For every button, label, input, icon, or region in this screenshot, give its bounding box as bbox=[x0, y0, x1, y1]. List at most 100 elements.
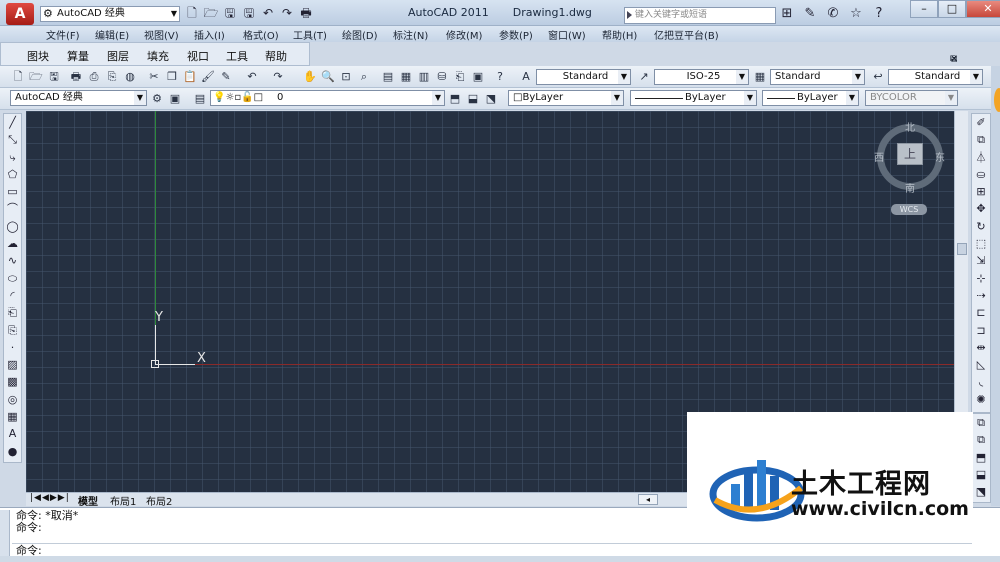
subscription-icon[interactable]: ✎ bbox=[801, 5, 819, 22]
ellipse-arc-icon[interactable]: ◜ bbox=[4, 287, 21, 304]
menu2-help[interactable]: 帮助 bbox=[265, 48, 287, 64]
layer-states-icon[interactable]: ⬔ bbox=[483, 91, 499, 107]
menu-draw[interactable]: 绘图(D) bbox=[342, 27, 378, 42]
gradient-icon[interactable]: ▩ bbox=[4, 373, 21, 390]
menu-modify[interactable]: 修改(M) bbox=[446, 27, 482, 42]
markup-icon[interactable]: ⎗ bbox=[452, 69, 468, 85]
chamfer-icon[interactable]: ◺ bbox=[972, 356, 990, 373]
match-properties-icon[interactable]: 🖌 bbox=[200, 69, 216, 85]
tab-model[interactable]: 模型 bbox=[78, 493, 98, 508]
menu2-layer[interactable]: 图层 bbox=[107, 48, 129, 64]
menu-edit[interactable]: 编辑(E) bbox=[95, 27, 129, 42]
3d-print-icon[interactable]: ◍ bbox=[122, 69, 138, 85]
maximize-button[interactable]: □ bbox=[938, 0, 966, 18]
workspace-settings-icon[interactable]: ⚙ bbox=[149, 91, 165, 107]
publish-icon[interactable]: ⎘ bbox=[104, 69, 120, 85]
tab-navigation-arrows[interactable]: |◀◀▶▶| bbox=[30, 493, 70, 503]
fillet-icon[interactable]: ◟ bbox=[972, 373, 990, 390]
erase-icon[interactable]: ✐ bbox=[972, 114, 990, 131]
new-icon[interactable]: 🗋 bbox=[184, 6, 200, 21]
linetype-select[interactable]: ByLayer ▼ bbox=[630, 90, 757, 106]
new-icon[interactable]: 🗋 bbox=[10, 69, 26, 85]
insert-block-icon[interactable]: ⎗ bbox=[4, 304, 21, 321]
offset-icon[interactable]: ⛀ bbox=[972, 166, 990, 183]
spline-icon[interactable]: ∿ bbox=[4, 252, 21, 269]
binoculars-icon[interactable]: ⊞ bbox=[778, 5, 796, 22]
redo-icon[interactable]: ↷ bbox=[279, 6, 295, 21]
arc-icon[interactable]: ⌒ bbox=[4, 200, 21, 217]
open-icon[interactable]: 🗁 bbox=[203, 6, 219, 21]
horizontal-scroll-left[interactable]: ◂ bbox=[638, 494, 658, 505]
lineweight-select[interactable]: ByLayer ▼ bbox=[762, 90, 859, 106]
sheet-set-icon[interactable]: ⛁ bbox=[434, 69, 450, 85]
menu-insert[interactable]: 插入(I) bbox=[194, 27, 225, 42]
save-as-icon[interactable]: 🖫 bbox=[241, 6, 257, 21]
workspace-select[interactable]: ⚙ AutoCAD 经典 ▼ bbox=[40, 6, 180, 22]
viewcube-south[interactable]: 南 bbox=[905, 180, 915, 195]
rotate-icon[interactable]: ↻ bbox=[972, 218, 990, 235]
application-menu-button[interactable]: A bbox=[6, 3, 34, 25]
stretch-icon[interactable]: ⇲ bbox=[972, 252, 990, 269]
make-block-icon[interactable]: ⎘ bbox=[4, 322, 21, 339]
calculator-icon[interactable]: ▣ bbox=[470, 69, 486, 85]
tool-palettes-icon[interactable]: ▥ bbox=[416, 69, 432, 85]
redo-icon[interactable]: ↷ bbox=[270, 69, 286, 85]
break-at-point-icon[interactable]: ⊏ bbox=[972, 304, 990, 321]
hatch-icon[interactable]: ▨ bbox=[4, 356, 21, 373]
trim-icon[interactable]: ⊹ bbox=[972, 270, 990, 287]
send-back-icon[interactable]: ⧉ bbox=[972, 431, 990, 448]
side-notification-badge[interactable] bbox=[994, 88, 1000, 112]
save-icon[interactable]: 🖫 bbox=[222, 6, 238, 21]
menu2-viewport[interactable]: 视口 bbox=[187, 48, 209, 64]
zoom-window-icon[interactable]: ⊡ bbox=[338, 69, 354, 85]
favorites-icon[interactable]: ☆ bbox=[847, 5, 865, 22]
construction-line-icon[interactable]: ⤡ bbox=[4, 131, 21, 148]
paste-icon[interactable]: 📋 bbox=[182, 69, 198, 85]
doc-close-button[interactable]: ✕ bbox=[950, 54, 958, 65]
point-icon[interactable]: · bbox=[4, 339, 21, 356]
tab-layout1[interactable]: 布局1 bbox=[110, 493, 136, 508]
menu-tools[interactable]: 工具(T) bbox=[293, 27, 327, 42]
text-style-select[interactable]: Standard ▼ bbox=[536, 69, 631, 85]
menu-help[interactable]: 帮助(H) bbox=[602, 27, 637, 42]
mirror-icon[interactable]: ⏃ bbox=[972, 149, 990, 166]
move-icon[interactable]: ✥ bbox=[972, 200, 990, 217]
layer-previous-icon[interactable]: ⬓ bbox=[465, 91, 481, 107]
multiline-text-icon[interactable]: A bbox=[4, 425, 21, 442]
menu2-hatch[interactable]: 填充 bbox=[147, 48, 169, 64]
bring-front-icon[interactable]: ⧉ bbox=[972, 414, 990, 431]
table-icon[interactable]: ▦ bbox=[4, 408, 21, 425]
line-icon[interactable]: ╱ bbox=[4, 114, 21, 131]
plot-icon[interactable]: 🖶 bbox=[298, 6, 314, 21]
layer-manager-icon[interactable]: ▤ bbox=[192, 91, 208, 107]
undo-icon[interactable]: ↶ bbox=[260, 6, 276, 21]
command-window-grip[interactable] bbox=[0, 510, 10, 558]
join-icon[interactable]: ⇹ bbox=[972, 339, 990, 356]
copy-icon[interactable]: ❐ bbox=[164, 69, 180, 85]
menu-window[interactable]: 窗口(W) bbox=[548, 27, 586, 42]
menu-file[interactable]: 文件(F) bbox=[46, 27, 80, 42]
circle-icon[interactable]: ◯ bbox=[4, 218, 21, 235]
open-icon[interactable]: 🗁 bbox=[28, 69, 44, 85]
copy-object-icon[interactable]: ⧉ bbox=[972, 131, 990, 148]
design-center-icon[interactable]: ▦ bbox=[398, 69, 414, 85]
bring-above-icon[interactable]: ⬒ bbox=[972, 449, 990, 466]
break-icon[interactable]: ⊐ bbox=[972, 322, 990, 339]
close-button[interactable]: ✕ bbox=[966, 0, 1000, 18]
command-input[interactable]: 命令: bbox=[12, 543, 972, 557]
workspace-combo[interactable]: AutoCAD 经典 ▼ bbox=[10, 90, 147, 106]
zoom-realtime-icon[interactable]: 🔍 bbox=[320, 69, 336, 85]
minimize-button[interactable]: – bbox=[910, 0, 938, 18]
save-icon[interactable]: 🖫 bbox=[46, 69, 62, 85]
preview-icon[interactable]: ⎙ bbox=[86, 69, 102, 85]
text-front-icon[interactable]: ⬔ bbox=[972, 483, 990, 500]
table-style-select[interactable]: Standard ▼ bbox=[770, 69, 865, 85]
region-icon[interactable]: ◎ bbox=[4, 391, 21, 408]
array-icon[interactable]: ⊞ bbox=[972, 183, 990, 200]
rectangle-icon[interactable]: ▭ bbox=[4, 183, 21, 200]
color-select[interactable]: □ByLayer ▼ bbox=[508, 90, 624, 106]
plot-icon[interactable]: 🖶 bbox=[68, 69, 84, 85]
menu2-quantity[interactable]: 算量 bbox=[67, 48, 89, 64]
add-selected-icon[interactable]: ● bbox=[4, 443, 21, 460]
undo-icon[interactable]: ↶ bbox=[244, 69, 260, 85]
